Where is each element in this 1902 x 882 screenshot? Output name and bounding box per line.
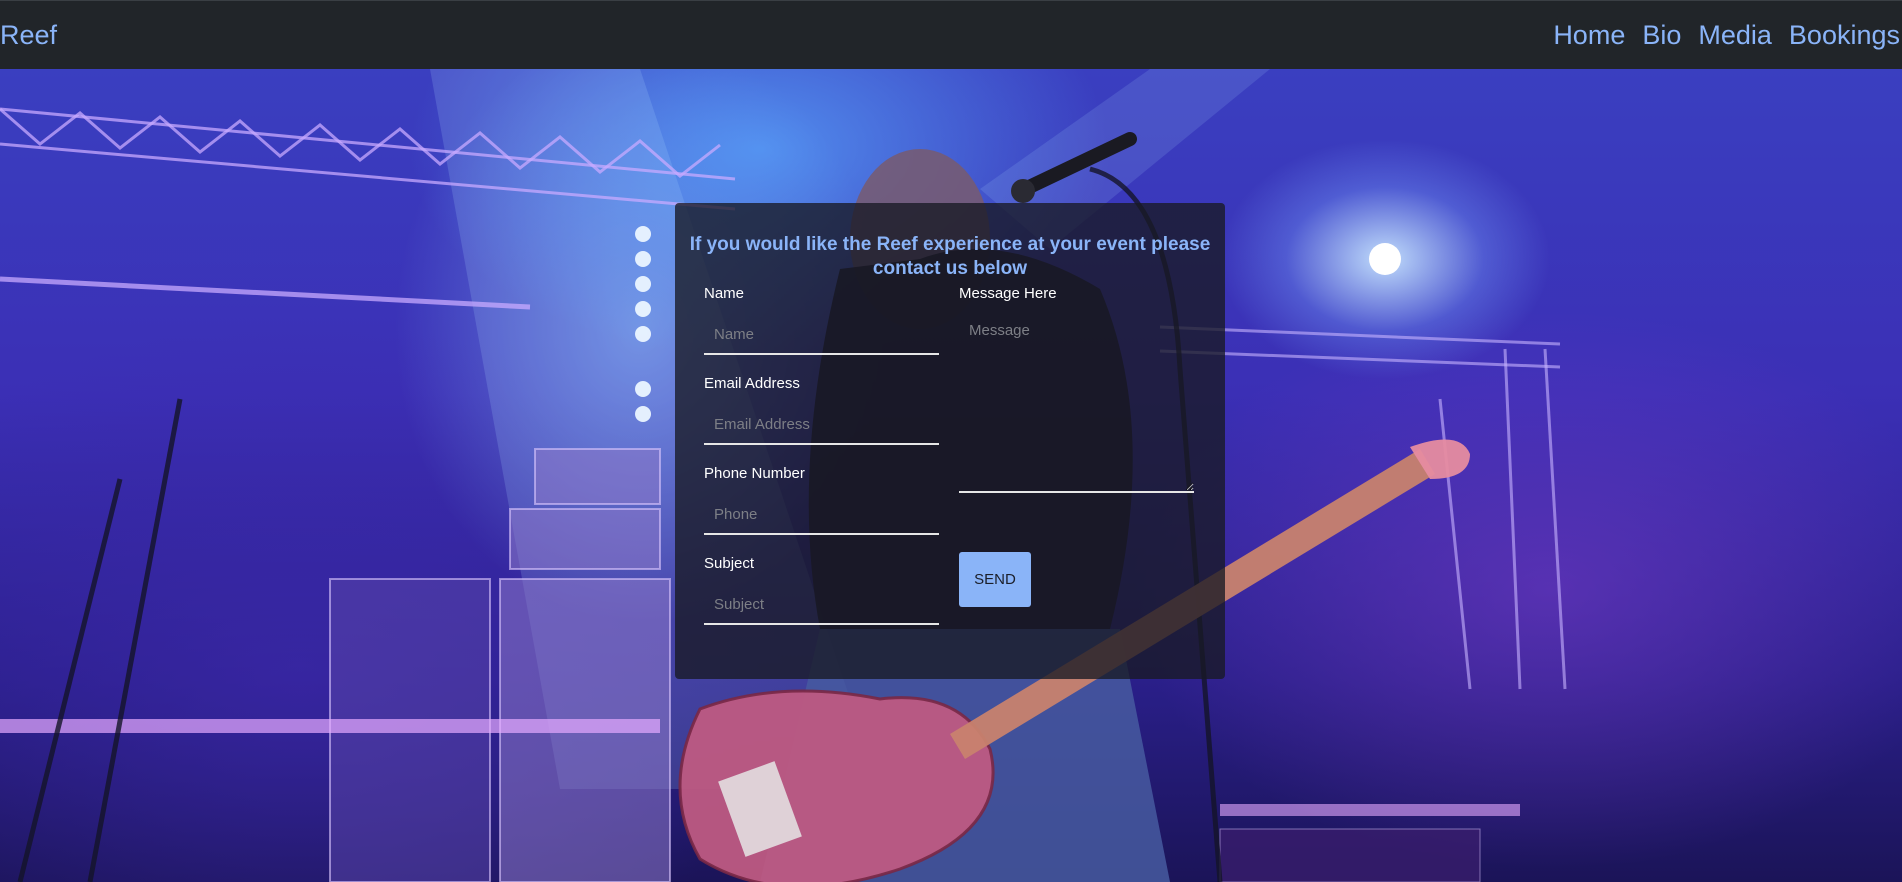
email-input[interactable] [704, 405, 939, 445]
top-navbar: Reef Home Bio Media Bookings [0, 0, 1902, 69]
subject-label: Subject [704, 555, 755, 572]
nav-link-bookings[interactable]: Bookings [1789, 19, 1900, 51]
name-input[interactable] [704, 315, 939, 355]
booking-contact-form: If you would like the Reef experience at… [675, 203, 1225, 679]
nav-link-bio[interactable]: Bio [1642, 19, 1681, 51]
email-label: Email Address [704, 375, 800, 392]
form-title: If you would like the Reef experience at… [689, 234, 1211, 279]
subject-input[interactable] [704, 585, 939, 625]
nav-links: Home Bio Media Bookings [1553, 19, 1900, 51]
phone-input[interactable] [704, 495, 939, 535]
message-label: Message Here [959, 285, 1057, 302]
hero-background-image: If you would like the Reef experience at… [0, 69, 1902, 882]
brand-link[interactable]: Reef [0, 19, 57, 51]
name-label: Name [704, 285, 745, 302]
send-button[interactable]: SEND [959, 552, 1031, 607]
message-textarea[interactable] [959, 305, 1194, 493]
nav-link-home[interactable]: Home [1553, 19, 1625, 51]
phone-label: Phone Number [704, 465, 805, 482]
nav-link-media[interactable]: Media [1698, 19, 1772, 51]
